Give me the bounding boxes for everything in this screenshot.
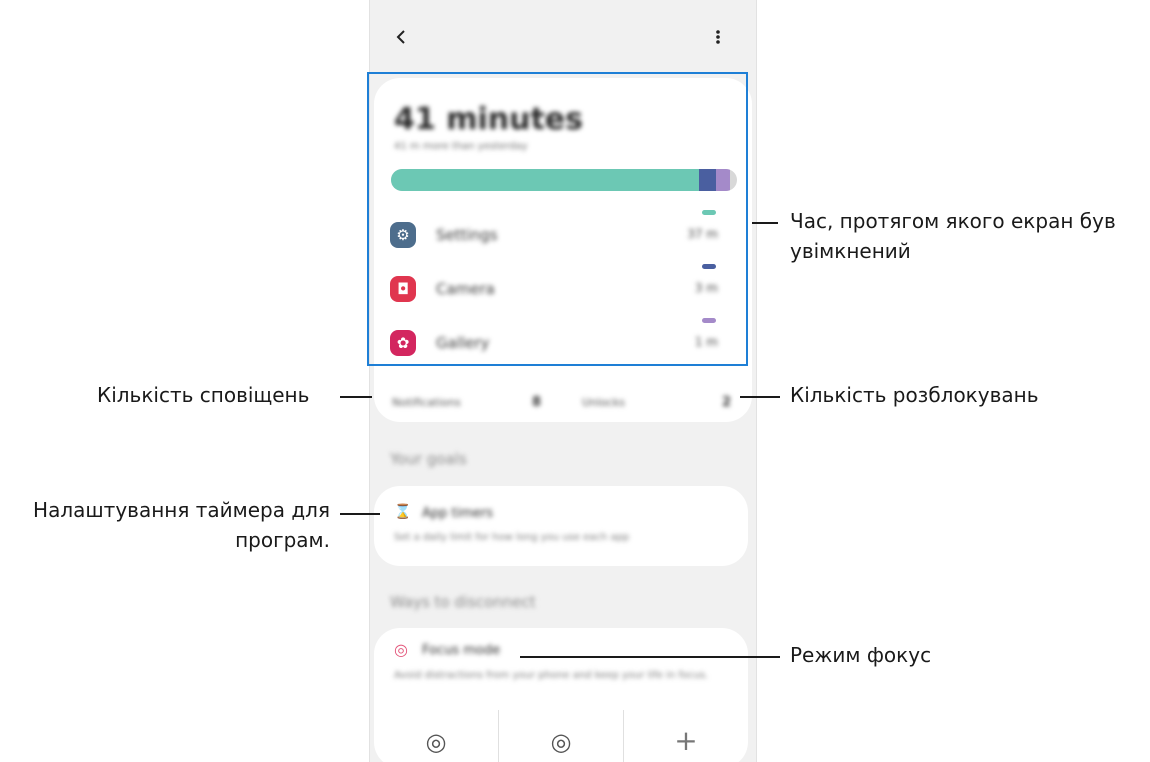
callout-line-unlocks	[740, 396, 780, 398]
app-timers-description: Set a daily limit for how long you use e…	[394, 532, 630, 543]
screen-time-highlight	[367, 72, 748, 366]
focus-mode-title: Focus mode	[422, 643, 501, 658]
work-focus-button[interactable]: ◎	[374, 708, 498, 762]
focus-mode-description: Avoid distractions from your phone and k…	[394, 670, 709, 681]
callout-notifications: Кількість сповіщень	[97, 383, 310, 407]
callout-line-app-timers	[340, 513, 380, 515]
callout-screen-time-line2: увімкнений	[790, 239, 911, 263]
back-button[interactable]	[392, 24, 412, 50]
add-focus-mode-button[interactable]: +	[624, 708, 748, 762]
work-focus-icon: ◎	[425, 728, 447, 756]
hourglass-icon: ⌛	[394, 504, 412, 520]
me-time-focus-button[interactable]: ◎	[499, 708, 623, 762]
callout-line-notifications	[340, 396, 372, 398]
more-options-button[interactable]	[708, 24, 728, 50]
disconnect-section-title: Ways to disconnect	[390, 593, 536, 611]
app-bar	[370, 0, 756, 74]
callout-app-timers-line1: Налаштування таймера для	[33, 498, 330, 522]
callout-focus-mode: Режим фокус	[790, 643, 932, 667]
goals-section-title: Your goals	[390, 450, 467, 468]
chevron-left-icon	[396, 30, 405, 44]
callout-line-focus-mode	[520, 656, 780, 658]
me-time-focus-icon: ◎	[550, 728, 572, 756]
notifications-count: 8	[532, 395, 542, 410]
callout-screen-time: Час, протягом якого екран був увімкнений	[790, 206, 1116, 266]
more-vert-icon	[716, 30, 720, 44]
app-timers-title: App timers	[422, 506, 494, 521]
unlocks-count: 2	[722, 395, 732, 410]
callout-screen-time-line1: Час, протягом якого екран був	[790, 209, 1116, 233]
focus-mode-card[interactable]: ◎ Focus mode Avoid distractions from you…	[374, 628, 748, 762]
callout-app-timers-line2: програм.	[235, 528, 330, 552]
unlocks-label: Unlocks	[582, 396, 625, 409]
notifications-label: Notifications	[392, 396, 461, 409]
callout-unlocks: Кількість розблокувань	[790, 383, 1039, 407]
focus-target-icon: ◎	[394, 640, 408, 659]
add-icon: +	[674, 724, 698, 757]
callout-app-timers: Налаштування таймера для програм.	[10, 495, 330, 555]
stats-row: Notifications 8 Unlocks 2	[392, 395, 744, 416]
callout-line-screen-time	[752, 222, 778, 224]
app-timers-card[interactable]: ⌛ App timers Set a daily limit for how l…	[374, 486, 748, 566]
